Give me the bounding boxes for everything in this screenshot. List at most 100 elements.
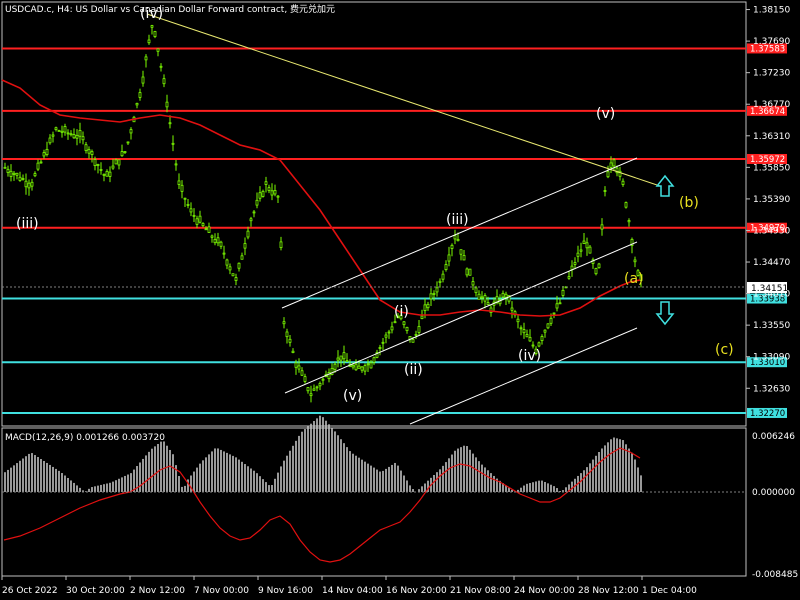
candle-body [174,163,178,166]
time-tick-label: 30 Oct 20:00 [66,586,125,596]
candle-body [60,130,64,133]
candle-body [486,302,490,305]
candle-body [66,132,70,135]
candle-body [471,281,475,286]
candle-body [285,331,289,338]
price-tick-label: 1.38150 [753,6,790,16]
wave-label-iv-mid: (iv) [518,348,541,364]
candle-body [462,255,466,261]
candle-body [537,342,541,347]
candle-body [252,211,256,214]
candle-body [114,159,118,165]
candle-body [171,142,175,145]
candle-body [567,276,571,279]
candle-body [9,170,13,177]
time-tick-label: 7 Nov 00:00 [194,586,249,596]
candle-body [33,173,37,177]
candle-body [168,122,172,125]
candle-body [291,350,295,353]
candle-body [504,293,508,298]
candle-body [600,224,604,230]
price-scale: 1.38150 1.37690 1.37230 1.36770 1.36310 1.358… [746,6,790,394]
candle-body [96,164,100,166]
candle-body [48,137,52,144]
candle-body [264,181,268,185]
candle-body [135,102,139,106]
candle-body [303,376,307,382]
candle-body [30,181,34,187]
candle-body [342,352,346,360]
candle-body [144,56,148,61]
time-tick-label: 2 Nov 12:00 [130,586,185,596]
candle-body [105,170,109,177]
candle-body [468,268,472,276]
candle-body [321,378,325,381]
price-tick-label: 1.34470 [753,258,790,268]
candle-body [540,336,544,341]
candle-body [456,238,460,242]
wave-label-b: (b) [679,195,699,211]
candle-body [21,178,25,180]
candle-body [465,268,469,276]
price-tick-label: 1.37230 [753,69,790,79]
candle-body [129,129,133,134]
candle-body [57,130,61,132]
candle-body [126,141,130,144]
candle-body [525,334,529,338]
candle-body [183,197,187,200]
candle-body [243,243,247,249]
candle-body [288,338,292,343]
arrow-up-icon [655,174,675,197]
candle-body [276,195,280,198]
price-tick-label: 1.36310 [753,132,790,142]
candle-body [24,180,28,188]
candle-body [612,159,616,167]
candle-body [402,321,406,326]
candle-body [63,126,67,133]
candle-body [153,31,157,38]
candle-body [123,151,127,153]
candle-body [405,326,409,331]
candle-body [198,215,202,223]
candle-body [435,287,439,293]
candle-body [372,357,376,363]
candle-body [483,295,487,302]
candle-body [297,365,301,370]
candle-body [588,246,592,254]
current-price-label: 1.34151 [751,284,788,294]
candle-body [552,312,556,315]
macd-tick-bottom: -0.008485 [752,570,798,580]
candle-body [111,165,115,169]
candle-body [165,101,169,108]
moving-average-line [1,79,641,317]
candle-body [357,365,361,369]
candle-body [177,180,181,185]
candle-body [414,333,418,336]
candle-body [45,148,49,155]
candle-body [147,39,151,44]
candle-body [162,78,166,85]
candle-body [411,339,415,343]
candle-body [27,182,31,189]
candle-body [510,307,514,311]
macd-title: MACD(12,26,9) 0.001266 0.003720 [5,433,165,443]
candle-body [270,190,274,196]
price-tick-label: 1.37690 [753,37,790,47]
macd-plot-frame [1,427,747,577]
candle-body [246,230,250,238]
candle-body [318,383,322,387]
candle-body [159,65,163,68]
time-tick-label: 26 Oct 2022 [2,586,58,596]
candle-body [420,315,424,319]
candle-body [444,264,448,270]
candle-body [351,364,355,368]
candle-body [627,220,631,223]
arrow-down-icon [655,301,675,326]
candle-body [189,208,193,213]
price-tick-label: 1.35390 [753,195,790,205]
candle-body [225,259,229,266]
candle-body [366,363,370,366]
candle-body [207,226,211,233]
candle-body [621,180,625,185]
candle-body [51,134,55,137]
